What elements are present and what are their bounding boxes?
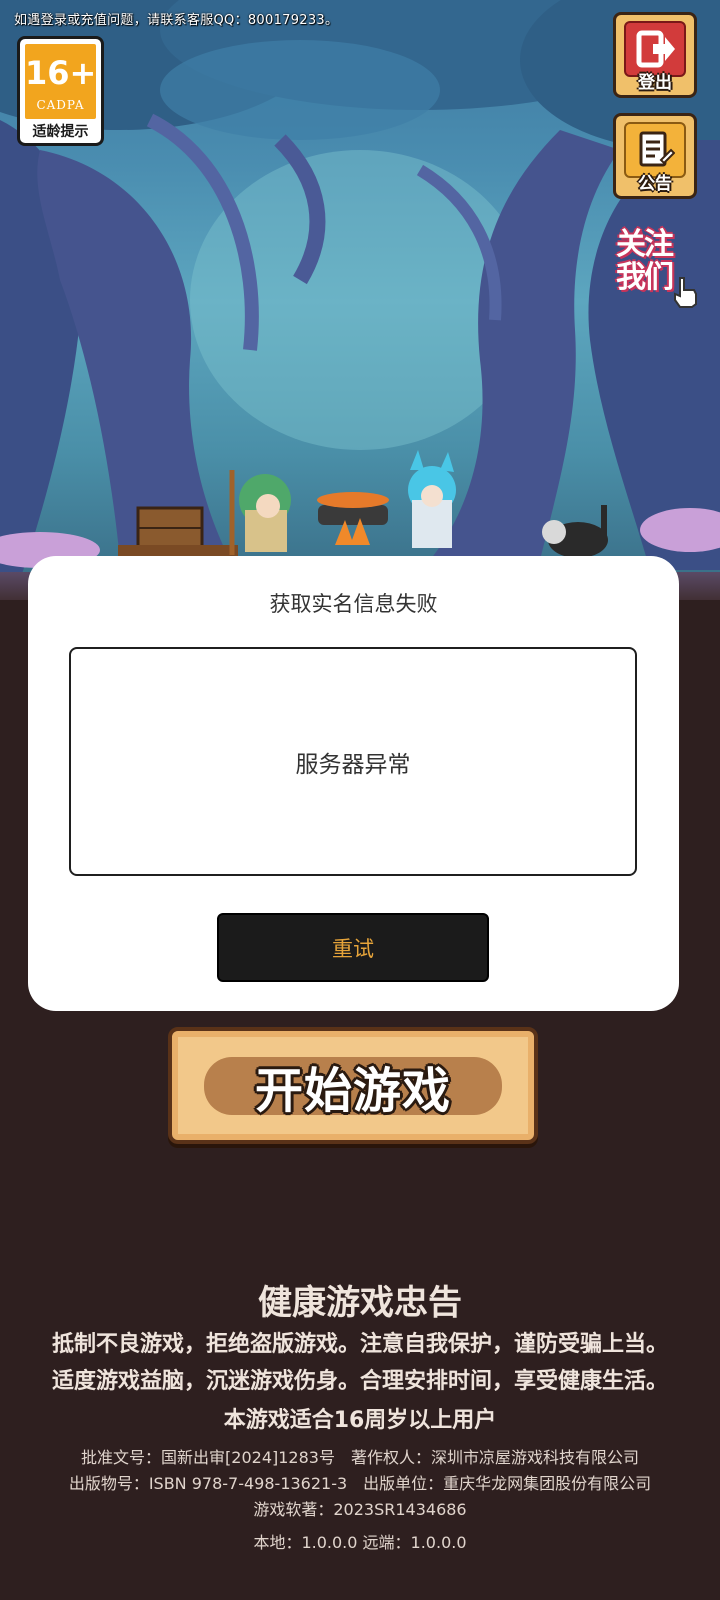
message-box: 服务器异常 <box>69 647 637 876</box>
health-advisory-title: 健康游戏忠告 <box>258 1283 462 1323</box>
start-game-label: 开始游戏 <box>254 1063 451 1119</box>
age-suitability-line: 本游戏适合16周岁以上用户 <box>223 1408 497 1433</box>
start-game-plate: 开始游戏 <box>204 1057 502 1119</box>
forest-background <box>0 0 720 580</box>
announcement-button[interactable]: 公告 <box>613 113 697 199</box>
realname-error-dialog: 获取实名信息失败 服务器异常 重试 <box>28 556 679 1011</box>
start-game-button[interactable]: 开始游戏 <box>168 1027 538 1144</box>
approval-info-line: 批准文号：国新出审[2024]1283号 著作权人：深圳市凉屋游戏科技有限公司 <box>81 1448 639 1467</box>
logout-button[interactable]: 登出 <box>613 12 697 98</box>
age-rating-number: 16+ <box>25 54 97 92</box>
error-message: 服务器异常 <box>295 751 411 778</box>
follow-us-button[interactable]: 关注我们 <box>614 226 698 312</box>
age-rating-org: CADPA <box>36 98 85 112</box>
health-advisory-line-2: 适度游戏益脑，沉迷游戏伤身。合理安排时间，享受健康生活。 <box>51 1369 668 1394</box>
version-info-line: 本地：1.0.0.0 远端：1.0.0.0 <box>253 1533 467 1552</box>
game-login-screen: 如遇登录或充值问题，请联系客服QQ：800179233。 16+ CADPA 适… <box>0 0 720 1600</box>
age-rating-panel: 16+ CADPA <box>25 44 96 119</box>
age-rating-label: 适龄提示 <box>32 124 89 140</box>
software-copyright-line: 游戏软著：2023SR1434686 <box>253 1500 467 1519</box>
age-rating-badge[interactable]: 16+ CADPA 适龄提示 <box>17 36 104 146</box>
dialog-title: 获取实名信息失败 <box>269 592 438 616</box>
pointer-hand-icon <box>672 276 698 312</box>
publication-info-line: 出版物号：ISBN 978-7-498-13621-3 出版单位：重庆华龙网集团… <box>68 1474 652 1493</box>
forest-illustration <box>0 0 720 580</box>
retry-button[interactable]: 重试 <box>217 913 489 982</box>
health-advisory-line-1: 抵制不良游戏，拒绝盗版游戏。注意自我保护，谨防受骗上当。 <box>51 1332 668 1357</box>
retry-label: 重试 <box>332 936 374 961</box>
support-notice: 如遇登录或充值问题，请联系客服QQ：800179233。 <box>14 13 339 28</box>
logout-label: 登出 <box>638 73 672 93</box>
announcement-label: 公告 <box>638 174 672 194</box>
